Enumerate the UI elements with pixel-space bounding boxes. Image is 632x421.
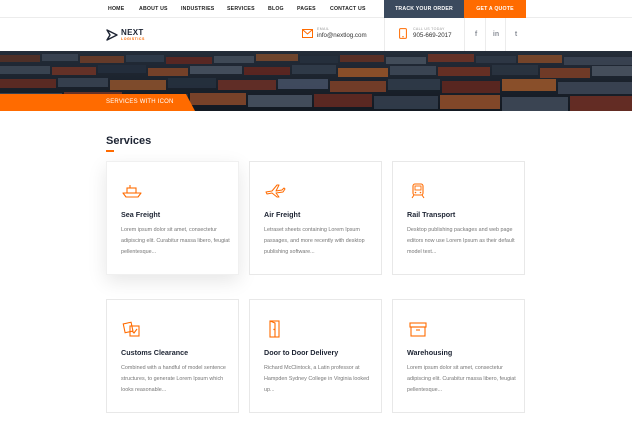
email-contact[interactable]: EMAIL info@nextlog.com <box>300 26 367 40</box>
plane-icon <box>265 184 286 198</box>
service-card-door-to-door[interactable]: Door to Door Delivery Richard McClintock… <box>249 299 382 413</box>
phone-contact[interactable]: CALL US TODAY 905-669-2017 <box>396 26 452 40</box>
envelope-icon <box>300 26 314 40</box>
service-card-customs-clearance[interactable]: Customs Clearance Combined with a handfu… <box>106 299 239 413</box>
twitter-icon[interactable]: t <box>506 18 526 51</box>
facebook-icon[interactable]: f <box>466 18 486 51</box>
service-card-warehousing[interactable]: Warehousing Lorem ipsum dolor sit amet, … <box>392 299 525 413</box>
service-description: Lorem ipsum dolor sit amet, consectetur … <box>407 365 516 393</box>
get-quote-button[interactable]: GET A QUOTE <box>464 0 526 18</box>
linkedin-icon[interactable]: in <box>486 18 506 51</box>
service-description: Combined with a handful of model sentenc… <box>121 365 226 393</box>
phone-icon <box>396 26 410 40</box>
nav-services[interactable]: SERVICES <box>227 0 268 18</box>
nav-pages[interactable]: PAGES <box>297 0 330 18</box>
service-title: Rail Transport <box>407 210 456 219</box>
service-description: Richard McClintock, a Latin professor at… <box>264 365 370 393</box>
service-title: Customs Clearance <box>121 348 189 357</box>
ship-icon <box>122 185 142 198</box>
email-value: info@nextlog.com <box>317 31 367 39</box>
page-label-text: SERVICES WITH ICON <box>106 99 174 105</box>
train-icon <box>411 183 425 199</box>
phone-value: 905-669-2017 <box>413 31 452 39</box>
service-description: Desktop publishing packages and web page… <box>407 227 515 255</box>
header-divider <box>464 18 465 51</box>
track-order-button[interactable]: TRACK YOUR ORDER <box>384 0 464 18</box>
title-underline <box>106 150 114 152</box>
header-divider <box>384 18 385 51</box>
main-menu: HOME ABOUT US INDUSTRIES SERVICES BLOG P… <box>108 0 378 18</box>
warehouse-icon <box>409 322 427 337</box>
logo-sub: LOGISTICS <box>121 36 145 41</box>
service-card-rail-transport[interactable]: Rail Transport Desktop publishing packag… <box>392 161 525 275</box>
page-label-ribbon: SERVICES WITH ICON <box>0 94 195 111</box>
logo-brand: NEXT <box>121 27 144 37</box>
nav-blog[interactable]: BLOG <box>268 0 297 18</box>
door-icon <box>269 320 280 338</box>
nav-industries[interactable]: INDUSTRIES <box>181 0 227 18</box>
service-title: Air Freight <box>264 210 301 219</box>
nav-home[interactable]: HOME <box>108 0 139 18</box>
service-title: Warehousing <box>407 348 453 357</box>
logo-arrow-icon <box>106 29 118 41</box>
top-navigation: HOME ABOUT US INDUSTRIES SERVICES BLOG P… <box>0 0 632 18</box>
customs-icon <box>122 321 140 337</box>
service-title: Sea Freight <box>121 210 161 219</box>
nav-about-us[interactable]: ABOUT US <box>139 0 181 18</box>
services-title: Services <box>106 135 152 147</box>
nav-contact-us[interactable]: CONTACT US <box>330 0 378 18</box>
service-description: Letraset sheets containing Lorem Ipsum p… <box>264 227 365 255</box>
service-card-sea-freight[interactable]: Sea Freight Lorem ipsum dolor sit amet, … <box>106 161 239 275</box>
service-title: Door to Door Delivery <box>264 348 339 357</box>
service-description: Lorem ipsum dolor sit amet, consectetur … <box>121 227 230 255</box>
service-card-air-freight[interactable]: Air Freight Letraset sheets containing L… <box>249 161 382 275</box>
site-logo[interactable]: NEXT LOGISTICS <box>106 27 145 43</box>
